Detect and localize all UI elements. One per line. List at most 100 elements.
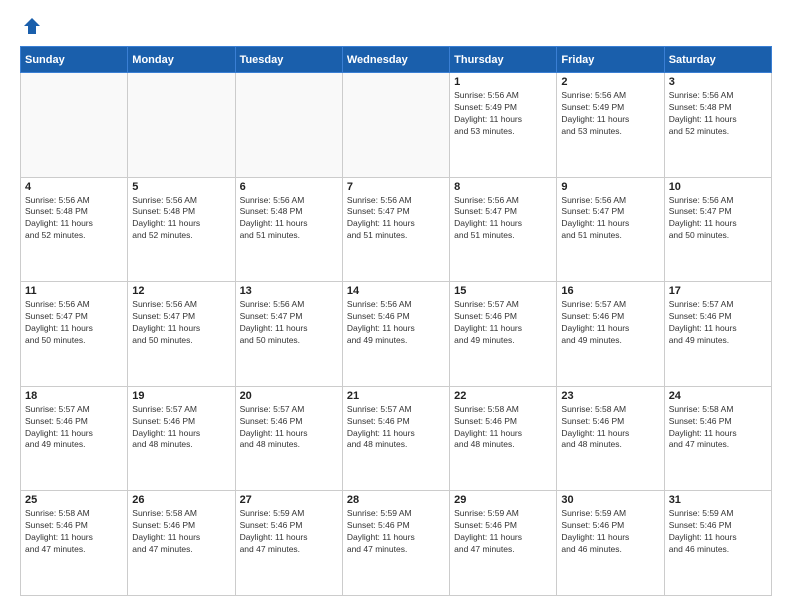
col-header-monday: Monday xyxy=(128,47,235,73)
header xyxy=(20,16,772,36)
day-number: 6 xyxy=(240,181,338,193)
cell-info: Sunrise: 5:57 AM Sunset: 5:46 PM Dayligh… xyxy=(132,404,230,452)
calendar-cell: 30 Sunrise: 5:59 AM Sunset: 5:46 PM Dayli… xyxy=(557,491,664,596)
day-number: 22 xyxy=(454,390,552,402)
day-number: 25 xyxy=(25,494,123,506)
day-number: 8 xyxy=(454,181,552,193)
cell-info: Sunrise: 5:58 AM Sunset: 5:46 PM Dayligh… xyxy=(669,404,767,452)
cell-info: Sunrise: 5:56 AM Sunset: 5:48 PM Dayligh… xyxy=(132,195,230,243)
cell-info: Sunrise: 5:59 AM Sunset: 5:46 PM Dayligh… xyxy=(454,508,552,556)
day-number: 10 xyxy=(669,181,767,193)
day-number: 14 xyxy=(347,285,445,297)
day-number: 2 xyxy=(561,76,659,88)
cell-info: Sunrise: 5:59 AM Sunset: 5:46 PM Dayligh… xyxy=(561,508,659,556)
calendar-cell: 27 Sunrise: 5:59 AM Sunset: 5:46 PM Dayli… xyxy=(235,491,342,596)
day-number: 27 xyxy=(240,494,338,506)
header-row: SundayMondayTuesdayWednesdayThursdayFrid… xyxy=(21,47,772,73)
cell-info: Sunrise: 5:57 AM Sunset: 5:46 PM Dayligh… xyxy=(347,404,445,452)
logo xyxy=(20,16,42,36)
day-number: 16 xyxy=(561,285,659,297)
cell-info: Sunrise: 5:56 AM Sunset: 5:48 PM Dayligh… xyxy=(669,90,767,138)
col-header-sunday: Sunday xyxy=(21,47,128,73)
day-number: 30 xyxy=(561,494,659,506)
calendar-cell: 8 Sunrise: 5:56 AM Sunset: 5:47 PM Daylig… xyxy=(450,177,557,282)
calendar-cell: 24 Sunrise: 5:58 AM Sunset: 5:46 PM Dayli… xyxy=(664,386,771,491)
calendar-cell: 10 Sunrise: 5:56 AM Sunset: 5:47 PM Dayli… xyxy=(664,177,771,282)
day-number: 7 xyxy=(347,181,445,193)
cell-info: Sunrise: 5:56 AM Sunset: 5:47 PM Dayligh… xyxy=(25,299,123,347)
cell-info: Sunrise: 5:59 AM Sunset: 5:46 PM Dayligh… xyxy=(240,508,338,556)
day-number: 18 xyxy=(25,390,123,402)
calendar-cell: 29 Sunrise: 5:59 AM Sunset: 5:46 PM Dayli… xyxy=(450,491,557,596)
day-number: 21 xyxy=(347,390,445,402)
calendar-cell: 12 Sunrise: 5:56 AM Sunset: 5:47 PM Dayli… xyxy=(128,282,235,387)
week-row-4: 18 Sunrise: 5:57 AM Sunset: 5:46 PM Dayli… xyxy=(21,386,772,491)
cell-info: Sunrise: 5:56 AM Sunset: 5:47 PM Dayligh… xyxy=(454,195,552,243)
calendar-cell: 28 Sunrise: 5:59 AM Sunset: 5:46 PM Dayli… xyxy=(342,491,449,596)
cell-info: Sunrise: 5:56 AM Sunset: 5:47 PM Dayligh… xyxy=(561,195,659,243)
calendar-cell: 1 Sunrise: 5:56 AM Sunset: 5:49 PM Daylig… xyxy=(450,73,557,178)
calendar-cell xyxy=(235,73,342,178)
day-number: 23 xyxy=(561,390,659,402)
calendar-cell: 4 Sunrise: 5:56 AM Sunset: 5:48 PM Daylig… xyxy=(21,177,128,282)
day-number: 13 xyxy=(240,285,338,297)
calendar-cell xyxy=(21,73,128,178)
calendar-cell: 9 Sunrise: 5:56 AM Sunset: 5:47 PM Daylig… xyxy=(557,177,664,282)
logo-icon xyxy=(22,16,42,36)
cell-info: Sunrise: 5:59 AM Sunset: 5:46 PM Dayligh… xyxy=(347,508,445,556)
cell-info: Sunrise: 5:56 AM Sunset: 5:47 PM Dayligh… xyxy=(347,195,445,243)
day-number: 4 xyxy=(25,181,123,193)
col-header-friday: Friday xyxy=(557,47,664,73)
cell-info: Sunrise: 5:56 AM Sunset: 5:46 PM Dayligh… xyxy=(347,299,445,347)
col-header-saturday: Saturday xyxy=(664,47,771,73)
cell-info: Sunrise: 5:57 AM Sunset: 5:46 PM Dayligh… xyxy=(561,299,659,347)
day-number: 11 xyxy=(25,285,123,297)
calendar-cell: 23Sunrise: 5:58 AM Sunset: 5:46 PM Dayli… xyxy=(557,386,664,491)
calendar-cell: 20Sunrise: 5:57 AM Sunset: 5:46 PM Dayli… xyxy=(235,386,342,491)
cell-info: Sunrise: 5:57 AM Sunset: 5:46 PM Dayligh… xyxy=(25,404,123,452)
day-number: 24 xyxy=(669,390,767,402)
page: SundayMondayTuesdayWednesdayThursdayFrid… xyxy=(0,0,792,612)
week-row-1: 1 Sunrise: 5:56 AM Sunset: 5:49 PM Daylig… xyxy=(21,73,772,178)
day-number: 28 xyxy=(347,494,445,506)
calendar-cell: 18 Sunrise: 5:57 AM Sunset: 5:46 PM Dayli… xyxy=(21,386,128,491)
col-header-wednesday: Wednesday xyxy=(342,47,449,73)
day-number: 3 xyxy=(669,76,767,88)
cell-info: Sunrise: 5:56 AM Sunset: 5:49 PM Dayligh… xyxy=(454,90,552,138)
cell-info: Sunrise: 5:57 AM Sunset: 5:46 PM Dayligh… xyxy=(240,404,338,452)
day-number: 9 xyxy=(561,181,659,193)
cell-info: Sunrise: 5:56 AM Sunset: 5:47 PM Dayligh… xyxy=(240,299,338,347)
calendar-cell xyxy=(342,73,449,178)
calendar-cell: 6 Sunrise: 5:56 AM Sunset: 5:48 PM Daylig… xyxy=(235,177,342,282)
week-row-2: 4 Sunrise: 5:56 AM Sunset: 5:48 PM Daylig… xyxy=(21,177,772,282)
cell-info: Sunrise: 5:56 AM Sunset: 5:48 PM Dayligh… xyxy=(240,195,338,243)
cell-info: Sunrise: 5:58 AM Sunset: 5:46 PM Dayligh… xyxy=(454,404,552,452)
calendar-cell: 31Sunrise: 5:59 AM Sunset: 5:46 PM Dayli… xyxy=(664,491,771,596)
day-number: 29 xyxy=(454,494,552,506)
day-number: 12 xyxy=(132,285,230,297)
week-row-3: 11 Sunrise: 5:56 AM Sunset: 5:47 PM Dayli… xyxy=(21,282,772,387)
col-header-thursday: Thursday xyxy=(450,47,557,73)
calendar: SundayMondayTuesdayWednesdayThursdayFrid… xyxy=(20,46,772,596)
calendar-cell: 17Sunrise: 5:57 AM Sunset: 5:46 PM Dayli… xyxy=(664,282,771,387)
day-number: 5 xyxy=(132,181,230,193)
cell-info: Sunrise: 5:58 AM Sunset: 5:46 PM Dayligh… xyxy=(132,508,230,556)
day-number: 31 xyxy=(669,494,767,506)
cell-info: Sunrise: 5:56 AM Sunset: 5:48 PM Dayligh… xyxy=(25,195,123,243)
calendar-cell: 15Sunrise: 5:57 AM Sunset: 5:46 PM Dayli… xyxy=(450,282,557,387)
cell-info: Sunrise: 5:56 AM Sunset: 5:47 PM Dayligh… xyxy=(132,299,230,347)
day-number: 15 xyxy=(454,285,552,297)
calendar-cell: 2Sunrise: 5:56 AM Sunset: 5:49 PM Daylig… xyxy=(557,73,664,178)
calendar-cell: 26 Sunrise: 5:58 AM Sunset: 5:46 PM Dayli… xyxy=(128,491,235,596)
calendar-cell: 5 Sunrise: 5:56 AM Sunset: 5:48 PM Daylig… xyxy=(128,177,235,282)
calendar-cell: 13 Sunrise: 5:56 AM Sunset: 5:47 PM Dayli… xyxy=(235,282,342,387)
calendar-cell: 19 Sunrise: 5:57 AM Sunset: 5:46 PM Dayli… xyxy=(128,386,235,491)
cell-info: Sunrise: 5:56 AM Sunset: 5:47 PM Dayligh… xyxy=(669,195,767,243)
day-number: 19 xyxy=(132,390,230,402)
day-number: 17 xyxy=(669,285,767,297)
day-number: 26 xyxy=(132,494,230,506)
day-number: 1 xyxy=(454,76,552,88)
week-row-5: 25 Sunrise: 5:58 AM Sunset: 5:46 PM Dayli… xyxy=(21,491,772,596)
calendar-cell: 14 Sunrise: 5:56 AM Sunset: 5:46 PM Dayli… xyxy=(342,282,449,387)
calendar-cell xyxy=(128,73,235,178)
